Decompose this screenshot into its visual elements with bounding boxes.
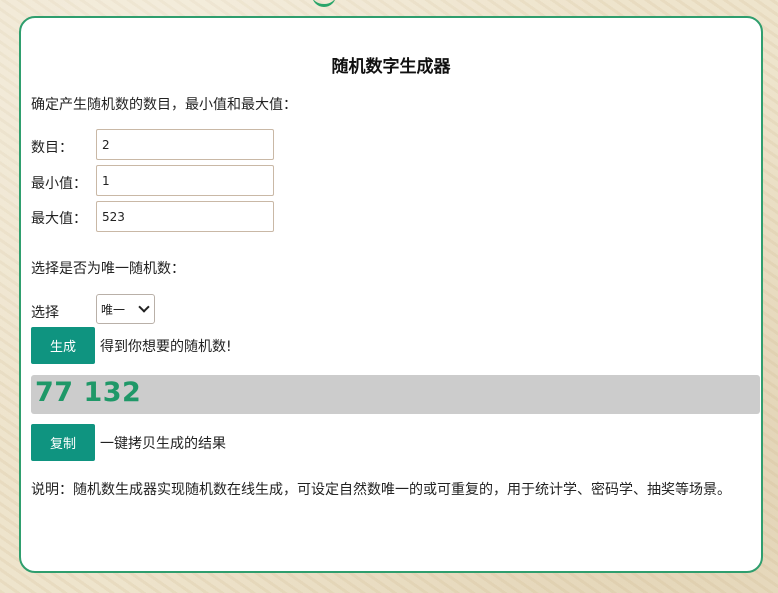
min-label: 最小值： xyxy=(31,176,87,192)
intro-text: 确定产生随机数的数目，最小值和最大值： xyxy=(31,97,297,113)
min-input[interactable] xyxy=(96,165,274,196)
unique-prompt: 选择是否为唯一随机数： xyxy=(31,261,185,277)
chevron-down-icon xyxy=(138,301,150,313)
generate-caption: 得到你想要的随机数! xyxy=(100,339,232,355)
generate-button[interactable]: 生成 xyxy=(31,327,95,364)
result-display: 77 132 xyxy=(31,375,760,414)
copy-button[interactable]: 复制 xyxy=(31,424,95,461)
decorative-swirl xyxy=(312,0,336,7)
generator-card: 随机数字生成器 确定产生随机数的数目，最小值和最大值： 数目： 最小值： 最大值… xyxy=(19,16,763,573)
count-input[interactable] xyxy=(96,129,274,160)
max-input[interactable] xyxy=(96,201,274,232)
copy-caption: 一键拷贝生成的结果 xyxy=(100,436,226,452)
uniqueness-select-value: 唯一 xyxy=(101,302,126,317)
uniqueness-select[interactable]: 唯一 xyxy=(96,294,155,324)
page-title: 随机数字生成器 xyxy=(331,57,451,77)
description-text: 说明：随机数生成器实现随机数在线生成，可设定自然数唯一的或可重复的，用于统计学、… xyxy=(31,482,731,498)
max-label: 最大值： xyxy=(31,211,87,227)
result-value: 77 132 xyxy=(35,377,142,408)
count-label: 数目： xyxy=(31,140,73,156)
select-label: 选择 xyxy=(31,305,59,321)
